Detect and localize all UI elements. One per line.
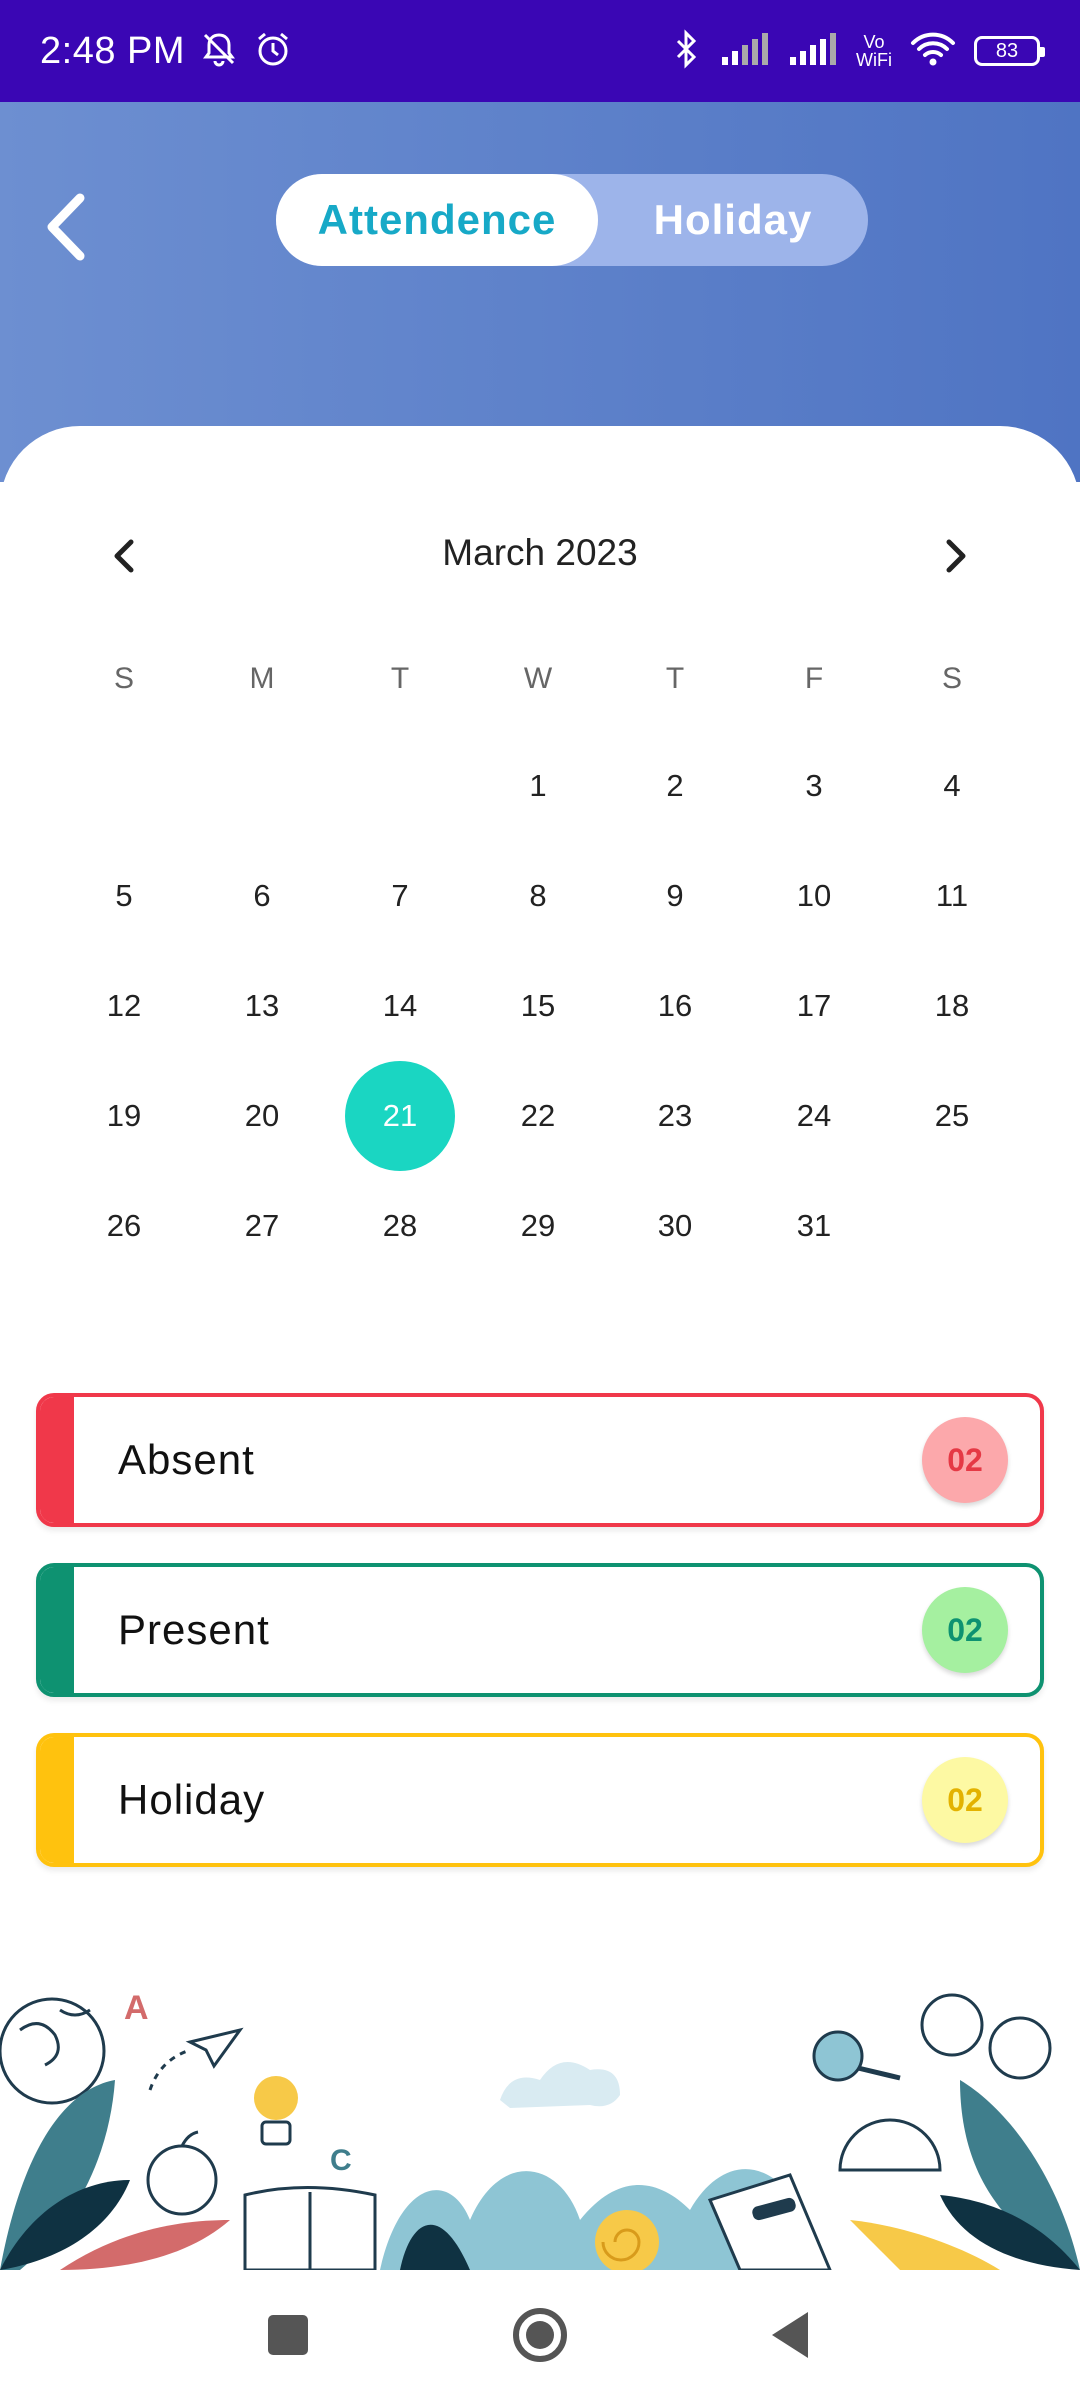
calendar-day[interactable]: 15 bbox=[483, 951, 593, 1061]
calendar-day[interactable]: 16 bbox=[620, 951, 730, 1061]
vowifi-top: Vo bbox=[863, 32, 885, 52]
wifi-icon bbox=[910, 31, 956, 72]
calendar-day[interactable]: 3 bbox=[759, 731, 869, 841]
calendar-grid: 1 2 3 4 5 6 7 8 9 10 11 12 13 14 15 16 17 18 19 20 21 22 23 24 2… bbox=[0, 426, 1080, 1426]
battery-level: 83 bbox=[995, 39, 1019, 62]
view-toggle: Attendence Holiday bbox=[276, 174, 868, 266]
triangle-back-icon bbox=[772, 2312, 808, 2358]
calendar-day[interactable]: 2 bbox=[620, 731, 730, 841]
lightbulb-base-decoration bbox=[260, 2120, 292, 2146]
legend-present[interactable]: Present 02 bbox=[36, 1563, 1044, 1697]
vowifi-bottom: WiFi bbox=[856, 50, 892, 70]
flight-path-decoration bbox=[148, 2048, 191, 2091]
header: Attendence Holiday bbox=[0, 102, 1080, 482]
legend-count-badge: 02 bbox=[922, 1417, 1008, 1503]
calendar-day[interactable]: 27 bbox=[207, 1171, 317, 1281]
legend-label: Present bbox=[118, 1606, 270, 1653]
calendar-day[interactable]: 24 bbox=[759, 1061, 869, 1171]
calendar-day[interactable]: 9 bbox=[620, 841, 730, 951]
back-button[interactable] bbox=[36, 182, 102, 272]
letter-c-decoration: C bbox=[330, 2144, 352, 2177]
status-right: Vo WiFi 83 bbox=[672, 28, 1045, 74]
calendar-day[interactable]: 4 bbox=[897, 731, 1007, 841]
legend-stripe bbox=[40, 1397, 74, 1523]
apple-stem-decoration bbox=[180, 2130, 199, 2147]
vowifi-indicator: Vo WiFi bbox=[856, 33, 892, 69]
calendar-day[interactable]: 12 bbox=[69, 951, 179, 1061]
calendar-day[interactable]: 8 bbox=[483, 841, 593, 951]
magnifier-handle-decoration bbox=[857, 2065, 901, 2081]
calendar-day[interactable]: 22 bbox=[483, 1061, 593, 1171]
calendar-day[interactable]: 23 bbox=[620, 1061, 730, 1171]
apple-icon bbox=[146, 2144, 218, 2216]
signal-1-icon bbox=[720, 31, 770, 72]
legend-count-badge: 02 bbox=[922, 1757, 1008, 1843]
calendar-day[interactable]: 20 bbox=[207, 1061, 317, 1171]
calendar-day[interactable]: 28 bbox=[345, 1171, 455, 1281]
legend-holiday[interactable]: Holiday 02 bbox=[36, 1733, 1044, 1867]
lightbulb-icon bbox=[254, 2076, 298, 2120]
tab-attendence[interactable]: Attendence bbox=[276, 174, 598, 266]
legend-stripe bbox=[40, 1567, 74, 1693]
legend-stripe bbox=[40, 1737, 74, 1863]
system-nav-bar bbox=[0, 2270, 1080, 2400]
cloud-decoration bbox=[500, 2062, 620, 2108]
legend-label: Absent bbox=[118, 1436, 255, 1483]
status-time: 2:48 PM bbox=[40, 29, 186, 72]
notifications-off-icon bbox=[199, 29, 239, 74]
glasses-icon bbox=[988, 2016, 1052, 2080]
letter-a-decoration: A bbox=[124, 1989, 149, 2027]
circle-icon bbox=[513, 2308, 567, 2362]
legend-label: Holiday bbox=[118, 1776, 266, 1823]
status-left: 2:48 PM bbox=[40, 29, 293, 74]
recents-button[interactable] bbox=[253, 2300, 323, 2370]
chevron-left-icon bbox=[47, 193, 85, 261]
protractor-icon bbox=[838, 2118, 942, 2172]
calendar-day[interactable]: 6 bbox=[207, 841, 317, 951]
paper-plane-icon bbox=[185, 2027, 244, 2069]
calendar-day[interactable]: 30 bbox=[620, 1171, 730, 1281]
status-bar: 2:48 PM Vo WiFi 83 bbox=[0, 0, 1080, 102]
signal-2-icon bbox=[788, 31, 838, 72]
calendar-day-selected[interactable]: 21 bbox=[345, 1061, 455, 1171]
globe-lines-decoration bbox=[19, 2008, 91, 2067]
calendar-day[interactable]: 10 bbox=[759, 841, 869, 951]
calendar-day[interactable]: 13 bbox=[207, 951, 317, 1061]
legend-absent[interactable]: Absent 02 bbox=[36, 1393, 1044, 1527]
tab-holiday[interactable]: Holiday bbox=[598, 174, 868, 266]
alarm-icon bbox=[253, 29, 293, 74]
calendar-day[interactable]: 19 bbox=[69, 1061, 179, 1171]
home-button[interactable] bbox=[505, 2300, 575, 2370]
calendar-day[interactable]: 18 bbox=[897, 951, 1007, 1061]
calendar-day[interactable]: 31 bbox=[759, 1171, 869, 1281]
nav-back-button[interactable] bbox=[758, 2300, 828, 2370]
magnifier-lens-decoration bbox=[812, 2030, 864, 2082]
calendar-day[interactable]: 17 bbox=[759, 951, 869, 1061]
calendar-day[interactable]: 7 bbox=[345, 841, 455, 951]
square-icon bbox=[268, 2315, 308, 2355]
calendar-day[interactable]: 1 bbox=[483, 731, 593, 841]
globe-icon bbox=[0, 1997, 106, 2105]
calendar-day[interactable]: 5 bbox=[69, 841, 179, 951]
magnifier-icon bbox=[920, 1993, 984, 2057]
calendar-day[interactable]: 26 bbox=[69, 1171, 179, 1281]
calendar-day[interactable]: 29 bbox=[483, 1171, 593, 1281]
legend-count-badge: 02 bbox=[922, 1587, 1008, 1673]
bluetooth-icon bbox=[672, 28, 702, 74]
battery-icon: 83 bbox=[974, 36, 1045, 66]
school-doodle-illustration: A C bbox=[0, 1989, 1080, 2270]
calendar-day[interactable]: 14 bbox=[345, 951, 455, 1061]
calendar-day[interactable]: 11 bbox=[897, 841, 1007, 951]
calendar-day[interactable]: 25 bbox=[897, 1061, 1007, 1171]
